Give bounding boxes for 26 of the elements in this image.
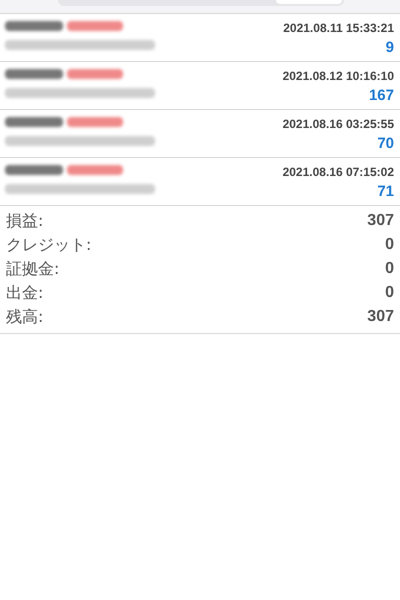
summary-label: 証拠金: xyxy=(6,258,60,280)
trade-profit: 9 xyxy=(386,38,394,58)
blurred-type xyxy=(67,165,123,175)
summary-label: 損益: xyxy=(6,210,44,232)
blurred-symbol xyxy=(5,117,63,127)
blurred-type xyxy=(67,117,123,127)
blurred-type xyxy=(67,69,123,79)
summary-value: 0 xyxy=(385,235,394,255)
trade-time: 2021.08.12 10:16:10 xyxy=(282,68,394,84)
trade-time: 2021.08.16 03:25:55 xyxy=(282,116,394,132)
blurred-symbol xyxy=(5,21,63,31)
trade-profit: 70 xyxy=(377,134,394,154)
trade-time: 2021.08.16 07:15:02 xyxy=(282,164,394,180)
trade-profit: 71 xyxy=(377,182,394,202)
blurred-symbol xyxy=(5,165,63,175)
summary-value: 0 xyxy=(385,283,394,303)
summary-label: 残高: xyxy=(6,306,44,328)
summary-label: クレジット: xyxy=(6,234,92,256)
blurred-type xyxy=(67,21,123,31)
trade-time: 2021.08.11 15:33:21 xyxy=(283,20,394,36)
summary-value: 307 xyxy=(367,307,394,327)
summary-value: 307 xyxy=(367,211,394,231)
summary-label: 出金: xyxy=(6,282,44,304)
trade-profit: 167 xyxy=(368,86,394,106)
summary-value: 0 xyxy=(385,259,394,279)
blurred-symbol xyxy=(5,69,63,79)
